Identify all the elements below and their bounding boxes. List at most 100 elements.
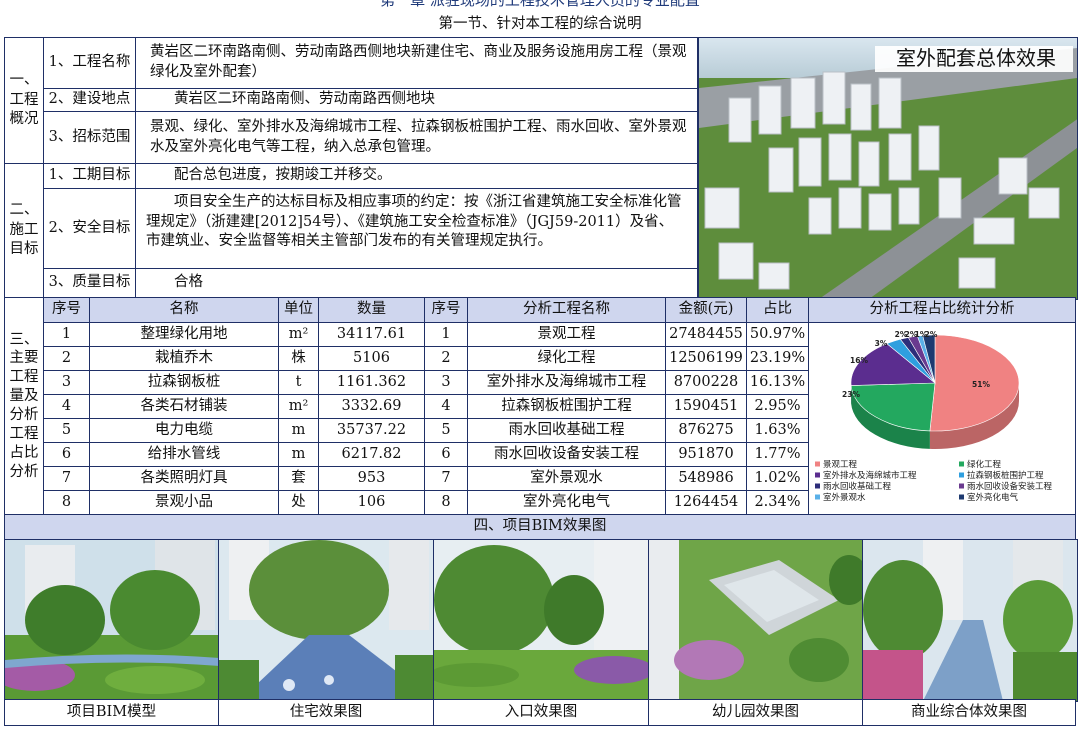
goals-value-schedule: 配合总包进度，按期竣工并移交。 <box>135 163 698 189</box>
goals-label-quality: 3、质量目标 <box>43 268 136 298</box>
entrance-render-image <box>433 539 651 702</box>
legend-swatch <box>959 483 964 489</box>
ana-cell-no: 1 <box>424 322 468 347</box>
qty-cell-name: 拉森钢板桩 <box>89 370 279 395</box>
ana-cell-name: 拉森钢板桩围护工程 <box>467 394 666 419</box>
legend-swatch <box>959 472 964 478</box>
pie-data-label: 23% <box>842 390 860 399</box>
qty-cell-no: 3 <box>43 370 90 395</box>
overview-value-location: 黄岩区二环南路南侧、劳动南路西侧地块 <box>135 88 698 112</box>
legend-label: 雨水回收基础工程 <box>823 481 892 492</box>
ana-cell-no: 3 <box>424 370 468 395</box>
ana-cell-ratio: 1.77% <box>746 442 809 467</box>
qty-cell-name: 景观小品 <box>89 490 279 515</box>
legend-label: 室外排水及海绵城市工程 <box>823 470 917 481</box>
qty-header-unit: 单位 <box>278 297 319 323</box>
ana-cell-ratio: 1.63% <box>746 418 809 443</box>
caption-entrance: 入口效果图 <box>433 699 649 726</box>
pie-data-label: 2% <box>925 330 938 339</box>
bim-model-image <box>4 539 221 702</box>
qty-cell-name: 电力电缆 <box>89 418 279 443</box>
goals-label-safety: 2、安全目标 <box>43 188 136 269</box>
ana-header-name: 分析工程名称 <box>467 297 666 323</box>
overview-value-name: 黄岩区二环南路南侧、劳动南路西侧地块新建住宅、商业及服务设施用房工程（景观绿化及… <box>135 37 698 89</box>
caption-kindergarten: 幼儿园效果图 <box>648 699 863 726</box>
ana-header-ratio: 占比 <box>746 297 809 323</box>
kindergarten-render-graphic <box>649 540 864 701</box>
ana-cell-amount: 8700228 <box>665 370 747 395</box>
legend-swatch <box>815 472 820 478</box>
qty-cell-unit: m <box>278 442 319 467</box>
qty-cell-name: 给排水管线 <box>89 442 279 467</box>
ana-cell-name: 绿化工程 <box>467 346 666 371</box>
legend-swatch <box>815 483 820 489</box>
bim-model-graphic <box>5 540 220 701</box>
overview-group-label: 一、 工程 概况 <box>4 37 44 164</box>
qty-header-no: 序号 <box>43 297 90 323</box>
overview-label-line: 概况 <box>9 111 39 128</box>
quantities-label-line: 主要 <box>9 350 39 367</box>
ana-cell-no: 7 <box>424 466 468 491</box>
ana-cell-name: 雨水回收设备安装工程 <box>467 442 666 467</box>
ana-cell-no: 4 <box>424 394 468 419</box>
ana-cell-name: 室外亮化电气 <box>467 490 666 515</box>
quantities-label-line: 占比 <box>9 444 39 461</box>
residential-render-image <box>218 539 436 702</box>
qty-cell-qty: 35737.22 <box>318 418 425 443</box>
bim-section-title: 四、项目BIM效果图 <box>4 514 1076 540</box>
qty-cell-qty: 953 <box>318 466 425 491</box>
overview-label-line: 一、 <box>9 72 39 89</box>
qty-cell-unit: t <box>278 370 319 395</box>
qty-cell-qty: 106 <box>318 490 425 515</box>
ana-cell-ratio: 1.02% <box>746 466 809 491</box>
ana-cell-no: 5 <box>424 418 468 443</box>
entrance-render-graphic <box>434 540 650 701</box>
qty-header-name: 名称 <box>89 297 279 323</box>
goals-label-line: 二、 <box>9 202 39 219</box>
goals-label-line: 施工 <box>9 221 39 238</box>
overview-value-scope: 景观、绿化、室外排水及海绵城市工程、拉森钢板桩围护工程、雨水回收、室外景观水及室… <box>135 111 698 164</box>
pie-chart-panel: 51% 23% 16% 3% 2% 2% 1% 2% 景观工程 绿化工程 室外排水及海绵城市工程 拉森… <box>808 322 1076 515</box>
qty-cell-qty: 6217.82 <box>318 442 425 467</box>
legend-swatch <box>959 461 964 467</box>
ana-cell-amount: 876275 <box>665 418 747 443</box>
overview-label-line: 工程 <box>9 91 39 108</box>
overview-label-name: 1、工程名称 <box>43 37 136 89</box>
qty-cell-name: 各类照明灯具 <box>89 466 279 491</box>
pie-data-label: 16% <box>850 356 868 365</box>
qty-cell-unit: 株 <box>278 346 319 371</box>
aerial-render-graphic <box>699 38 1077 299</box>
qty-cell-name: 各类石材铺装 <box>89 394 279 419</box>
qty-cell-unit: m² <box>278 394 319 419</box>
qty-cell-no: 4 <box>43 394 90 419</box>
caption-residential: 住宅效果图 <box>218 699 434 726</box>
pie-data-label: 3% <box>875 339 888 348</box>
ana-cell-amount: 1590451 <box>665 394 747 419</box>
qty-cell-no: 7 <box>43 466 90 491</box>
overview-label-location: 2、建设地点 <box>43 88 136 112</box>
caption-bim-model: 项目BIM模型 <box>4 699 219 726</box>
pie-data-label: 51% <box>972 380 990 389</box>
legend-label: 雨水回收设备安装工程 <box>967 481 1053 492</box>
ana-cell-amount: 27484455 <box>665 322 747 347</box>
quantities-label-line: 三、 <box>9 331 39 348</box>
overview-label-scope: 3、招标范围 <box>43 111 136 164</box>
qty-cell-unit: m² <box>278 322 319 347</box>
qty-cell-unit: m <box>278 418 319 443</box>
qty-cell-name: 栽植乔木 <box>89 346 279 371</box>
qty-cell-name: 整理绿化用地 <box>89 322 279 347</box>
legend-label: 室外景观水 <box>823 492 866 503</box>
goals-label-schedule: 1、工期目标 <box>43 163 136 189</box>
qty-cell-no: 8 <box>43 490 90 515</box>
quantities-group-label: 三、 主要 工程 量及 分析 工程 占比 分析 <box>4 297 44 515</box>
ana-cell-ratio: 23.19% <box>746 346 809 371</box>
chart-panel-title: 分析工程占比统计分析 <box>808 297 1076 323</box>
ana-cell-name: 室外景观水 <box>467 466 666 491</box>
qty-cell-qty: 1161.362 <box>318 370 425 395</box>
qty-cell-no: 1 <box>43 322 90 347</box>
legend-label: 室外亮化电气 <box>967 492 1019 503</box>
legend-swatch <box>959 494 964 500</box>
qty-cell-qty: 3332.69 <box>318 394 425 419</box>
legend-swatch <box>815 494 820 500</box>
goals-label-line: 目标 <box>9 241 39 258</box>
